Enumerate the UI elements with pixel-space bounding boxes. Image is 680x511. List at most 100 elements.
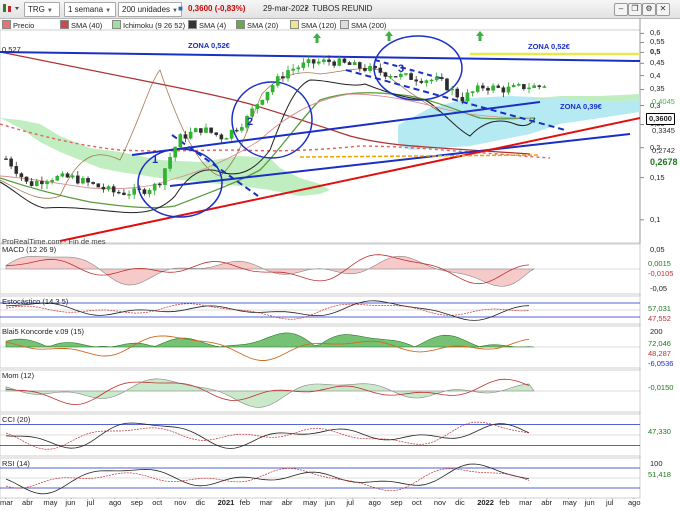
panel-title[interactable]: MACD (12 26 9) [2, 245, 56, 254]
candle-body [424, 80, 429, 83]
price-box-02742: 0,2742 [652, 146, 675, 155]
panel-value-box: 47,552 [648, 314, 671, 324]
time-axis-label: ago [628, 498, 641, 507]
candle-body [55, 175, 60, 181]
candle-body [183, 134, 188, 139]
panel-value-box: 47,330 [648, 426, 671, 436]
left-value-label: 0,527 [2, 45, 21, 54]
candle-body [363, 68, 367, 71]
candle-body [373, 65, 377, 69]
candle-body [132, 188, 136, 195]
panel-title[interactable]: Estocástico (14 3 5) [2, 297, 68, 306]
indicator-panel[interactable] [0, 457, 641, 499]
candle-body [270, 85, 275, 93]
candle-body [332, 61, 336, 66]
price-chart[interactable] [0, 0, 680, 511]
candle-body [352, 62, 357, 66]
time-axis-label: dic [455, 498, 465, 507]
indicator-panel[interactable] [0, 243, 641, 295]
candle-body [291, 68, 295, 71]
price-axis-label: 0,6 [650, 28, 661, 38]
candle-body [188, 131, 193, 139]
price-axis-label: 0,4 [650, 70, 661, 80]
candle-body [173, 146, 178, 158]
candle-body [419, 80, 424, 83]
time-axis-label: feb [239, 498, 251, 507]
indicator-panels [0, 243, 641, 499]
circle-marker-1 [137, 148, 223, 218]
candle-body [91, 182, 95, 184]
time-axis-label: oct [411, 498, 422, 507]
candle-body [214, 132, 219, 135]
panel-title[interactable]: RSI (14) [2, 459, 30, 468]
candle-body [393, 76, 398, 78]
candle-body [378, 67, 383, 73]
up-arrow-icon [476, 31, 484, 41]
candle-body [265, 91, 270, 101]
candle-body [50, 180, 54, 182]
circle-1-label: 1 [152, 154, 159, 166]
indicator-panel[interactable] [0, 369, 641, 413]
candle-body [311, 59, 316, 64]
panel-value-box: 48,287 [648, 348, 671, 358]
candle-body [209, 127, 213, 133]
panel-axis-label: 200 [650, 327, 663, 336]
indicator-panel[interactable] [0, 413, 641, 457]
candle-body [14, 166, 19, 174]
candle-body [193, 128, 198, 133]
candle-body [152, 183, 157, 191]
candle-body [501, 87, 506, 93]
candle-body [511, 85, 516, 88]
candle-body [357, 62, 362, 69]
candle-body [65, 173, 70, 178]
candle-body [147, 190, 152, 194]
candle-body [460, 96, 465, 102]
price-axis-label: 0,35 [650, 84, 665, 94]
candle-body [29, 181, 34, 186]
candle-body [101, 186, 106, 190]
time-axis-label: feb [499, 498, 510, 507]
indicator-panel[interactable] [0, 325, 641, 369]
candle-body [527, 87, 531, 90]
time-axis-label: abr [541, 498, 553, 507]
up-arrow-icon [385, 31, 393, 41]
zona-052-left-label: ZONA 0,52€ [188, 41, 230, 50]
candle-body [106, 186, 111, 190]
panel-value-box: 72,046 [648, 338, 671, 348]
time-axis-label: may [302, 498, 318, 507]
time-axis-label: mar [519, 498, 533, 507]
price-box-04045: 0,4045 [652, 97, 675, 106]
panel-value-box: 51,418 [648, 470, 671, 479]
panel-axis-label: 0,05 [650, 245, 665, 254]
panel-title[interactable]: CCI (20) [2, 415, 30, 424]
panel-axis-label: 100 [650, 459, 663, 468]
time-axis-label: jul [605, 498, 614, 507]
candle-body [281, 76, 285, 79]
candle-body [429, 79, 434, 82]
candle-body [532, 85, 536, 89]
panel-title[interactable]: Mom (12) [2, 371, 34, 380]
candle-body [470, 91, 475, 93]
time-axis-label: may [43, 498, 58, 507]
price-axis-label: 0,5 [650, 47, 661, 57]
time-axis-label: jul [86, 498, 95, 507]
zona-052-right-label: ZONA 0,52€ [528, 42, 570, 51]
time-axis-label: jul [346, 498, 354, 507]
time-axis-label: oct [152, 498, 163, 507]
candle-body [168, 157, 172, 169]
candle-body [491, 85, 495, 91]
circle-2-label: 2 [247, 116, 254, 128]
indicator-panel[interactable] [0, 295, 641, 325]
candle-body [450, 88, 454, 91]
candle-body [96, 183, 101, 188]
candle-body [34, 181, 39, 186]
up-arrow-icon [313, 33, 321, 43]
panel-title[interactable]: Blai5 Koncorde v.09 (15) [2, 327, 84, 336]
time-axis-label: ago [108, 498, 122, 507]
price-axis-label: 0,1 [650, 214, 661, 224]
candle-body [163, 168, 167, 185]
candle-body [316, 61, 321, 64]
candle-body [111, 186, 116, 193]
price-box-last: 0,3600 [646, 113, 675, 125]
candle-body [440, 77, 444, 80]
